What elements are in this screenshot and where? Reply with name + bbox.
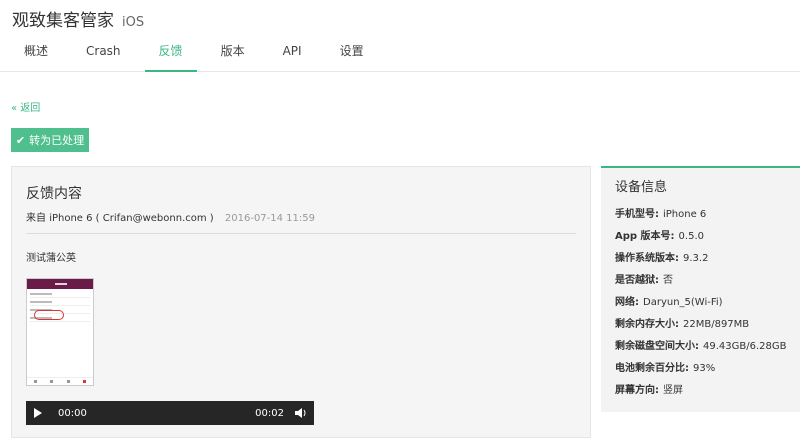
platform-label: iOS <box>122 15 145 30</box>
tab-overview[interactable]: 概述 <box>10 40 62 72</box>
device-row-app-version: App 版本号: 0.5.0 <box>615 231 704 242</box>
audio-current-time: 00:00 <box>58 407 87 419</box>
app-name: 观致集客管家 <box>12 11 114 31</box>
mark-processed-button[interactable]: ✔ 转为已处理 <box>11 128 89 152</box>
play-icon[interactable] <box>26 401 50 425</box>
mark-processed-label: 转为已处理 <box>29 135 85 147</box>
device-row-os-version: 操作系统版本: 9.3.2 <box>615 253 709 264</box>
app-title: 观致集客管家 iOS <box>12 6 144 31</box>
device-info-list: 手机型号: iPhone 6 App 版本号: 0.5.0 操作系统版本: 9.3.2… <box>615 206 786 404</box>
feedback-time: 2016-07-14 11:59 <box>224 213 316 224</box>
top-header: 观致集客管家 iOS 概述 Crash 反馈 版本 API 设置 <box>0 0 800 72</box>
divider <box>26 233 576 234</box>
device-row-disk: 剩余磁盘空间大小: 49.43GB/6.28GB <box>615 341 787 352</box>
device-row-memory: 剩余内存大小: 22MB/897MB <box>615 319 750 330</box>
tab-crash[interactable]: Crash <box>72 40 135 72</box>
device-info-title: 设备信息 <box>615 180 668 195</box>
screenshot-thumbnail[interactable] <box>26 278 94 386</box>
device-row-jailbreak: 是否越狱: 否 <box>615 275 673 286</box>
device-row-orientation: 屏幕方向: 竖屏 <box>615 385 683 396</box>
device-info-panel: 设备信息 手机型号: iPhone 6 App 版本号: 0.5.0 操作系统版本:… <box>601 166 800 412</box>
check-icon: ✔ <box>15 134 26 147</box>
tab-api[interactable]: API <box>269 40 316 72</box>
feedback-panel: 反馈内容 来自 iPhone 6 ( Crifan@webonn.com ) 2… <box>11 166 591 438</box>
device-row-battery: 电池剩余百分比: 93% <box>615 363 716 374</box>
tab-versions[interactable]: 版本 <box>207 40 259 72</box>
feedback-from: iPhone 6 ( Crifan@webonn.com ) <box>49 213 214 224</box>
feedback-title: 反馈内容 <box>26 186 82 202</box>
tab-settings[interactable]: 设置 <box>326 40 378 72</box>
feedback-message: 测试蒲公英 <box>26 253 76 264</box>
audio-seek-bar[interactable] <box>98 401 248 425</box>
back-link[interactable]: « 返回 <box>11 99 40 114</box>
feedback-meta: 来自 iPhone 6 ( Crifan@webonn.com ) 2016-0… <box>26 209 315 224</box>
feedback-from-prefix: 来自 <box>26 213 46 224</box>
tab-feedback[interactable]: 反馈 <box>144 40 197 72</box>
audio-duration: 00:02 <box>255 407 284 419</box>
annotation-circle <box>34 310 64 320</box>
nav-tabs: 概述 Crash 反馈 版本 API 设置 <box>0 40 378 72</box>
device-row-model: 手机型号: iPhone 6 <box>615 209 707 220</box>
audio-player: 00:00 00:02 <box>26 401 314 425</box>
device-row-network: 网络: Daryun_5(Wi-Fi) <box>615 297 723 308</box>
volume-icon[interactable] <box>288 401 314 425</box>
